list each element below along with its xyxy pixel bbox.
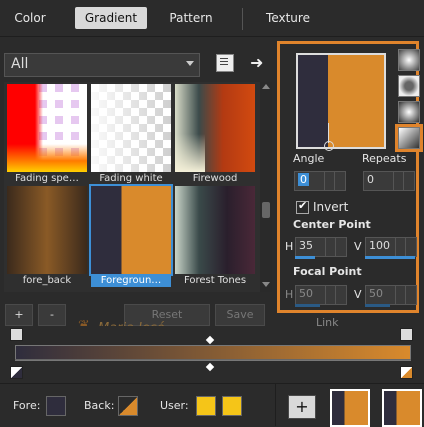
center-h-slider[interactable] [295,256,315,259]
tab-texture[interactable]: Texture [256,7,320,29]
invert-checkbox[interactable]: ✔ [296,199,309,214]
preset-fading-spectrum[interactable]: Fading spe… [7,84,87,184]
checkmark-icon: ✔ [298,199,308,212]
spin-arrows-icon[interactable] [335,286,346,304]
preset-forest-tones[interactable]: Forest Tones [175,186,255,286]
center-v-label: V [354,240,362,253]
tab-bar: Color Gradient Pattern Texture [0,0,424,37]
add-swatch-button[interactable]: + [288,395,316,419]
fore-label: Fore: [13,399,41,412]
focal-point-label: Focal Point [293,265,362,278]
spin-arrows-icon[interactable] [334,172,345,190]
preset-label: Fading spe… [15,173,79,184]
focal-v-slider[interactable] [365,304,390,307]
scroll-down-icon[interactable] [262,282,270,287]
preset-label: fore_back [22,275,72,286]
chevron-down-icon [186,61,194,66]
preset-thumbnail [7,186,87,274]
preset-label: Foregroun… [91,274,171,287]
preset-label: Firewood [192,173,238,184]
document-icon[interactable] [216,54,234,72]
preset-grid: Fading spe… Fading white Firewood fore_b… [4,82,260,292]
preset-thumbnail [175,186,255,274]
focal-h-value: 50 [299,287,313,300]
spin-arrows-icon[interactable] [335,238,346,256]
user-swatch-2[interactable] [222,396,242,416]
radial-style-button[interactable] [395,124,423,152]
invert-label: Invert [313,200,349,214]
center-point-label: Center Point [293,218,371,231]
angle-label: Angle [293,152,325,165]
arrow-right-icon[interactable]: ➜ [250,53,263,72]
color-stop-right[interactable] [400,366,413,379]
gradient-bar-shadow [15,359,411,360]
tab-pattern[interactable]: Pattern [158,7,224,29]
center-v-value: 100 [369,239,390,252]
preset-fading-white[interactable]: Fading white [91,84,171,184]
focal-h-slider[interactable] [295,304,320,307]
user-label: User: [160,399,189,412]
tab-color[interactable]: Color [5,7,55,29]
spin-arrows-icon[interactable] [405,286,416,304]
preset-thumbnail-overlay [7,144,87,172]
divider [275,384,276,426]
center-h-label: H [285,240,294,253]
preset-firewood[interactable]: Firewood [175,84,255,184]
repeats-input[interactable]: 0 [363,171,415,191]
repeats-label: Repeats [362,152,407,165]
bottom-toolbar: Fore: Back: User: + [0,383,424,427]
add-preset-button[interactable]: + [5,304,33,326]
opacity-stop-left[interactable] [10,328,23,341]
preset-label: Fading white [99,173,163,184]
center-v-slider[interactable] [365,256,415,259]
center-v-input[interactable]: 100 [365,237,417,257]
back-label: Back: [84,399,115,412]
rectangular-style-button[interactable] [398,75,420,97]
fore-swatch[interactable] [46,396,66,416]
spin-arrows-icon[interactable] [405,238,416,256]
angle-input[interactable]: 0 [294,171,346,191]
angle-value: 0 [298,173,309,186]
center-h-input[interactable]: 35 [295,237,347,257]
focal-h-label: H [285,288,294,301]
opacity-stop-right[interactable] [400,328,413,341]
scroll-up-icon[interactable] [262,84,270,89]
recent-gradient-2[interactable] [382,389,422,427]
center-h-value: 35 [299,239,313,252]
remove-preset-button[interactable]: - [38,304,66,326]
save-button[interactable]: Save [215,304,265,326]
focal-v-value: 50 [369,287,383,300]
preset-fore-back[interactable]: fore_back [7,186,87,286]
color-stop-left[interactable] [10,366,23,379]
center-handle[interactable] [324,141,334,151]
sunburst-style-button[interactable] [398,101,420,123]
gradient-preview[interactable] [296,53,386,151]
focal-v-input[interactable]: 50 [365,285,417,305]
focal-h-input[interactable]: 50 [295,285,347,305]
preset-foreground-background[interactable]: Foregroun… [89,184,173,287]
preset-thumbnail-overlay [91,84,171,172]
linear-style-button[interactable] [398,49,420,71]
repeats-value: 0 [367,173,374,186]
back-swatch[interactable] [118,396,138,416]
tab-gradient[interactable]: Gradient [75,7,147,29]
recent-gradient-1[interactable] [330,389,370,427]
category-value: All [11,56,29,72]
center-line [328,123,329,143]
preset-label: Forest Tones [183,275,247,286]
category-dropdown[interactable]: All [4,53,200,77]
gradient-settings-panel: Angle 0 Repeats 0 ✔ Invert Center Point … [277,41,423,313]
spin-arrows-icon[interactable] [403,172,414,190]
user-swatch-1[interactable] [196,396,216,416]
preset-scrollbar[interactable] [260,82,272,292]
tab-divider [242,8,243,30]
preset-thumbnail-overlay [175,134,205,172]
preset-thumbnail [89,184,173,276]
scrollbar-thumb[interactable] [262,202,270,218]
focal-v-label: V [354,288,362,301]
